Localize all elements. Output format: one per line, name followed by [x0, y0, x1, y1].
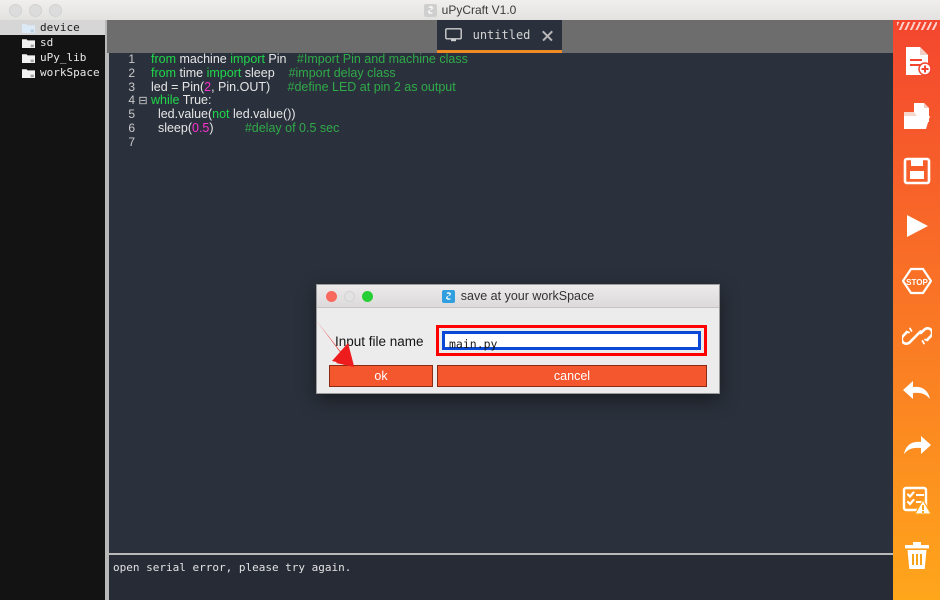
redo-icon[interactable]: [897, 423, 937, 469]
syntax-check-icon[interactable]: [897, 478, 937, 524]
sidebar-item-label: uPy_lib: [40, 51, 87, 64]
code-token: , Pin.OUT): [211, 79, 271, 94]
save-file-icon[interactable]: [897, 148, 937, 194]
code-token: led.value()): [233, 107, 296, 122]
code-token: not: [212, 107, 234, 122]
line-number: 3: [128, 79, 135, 94]
code-token: #delay of 0.5 sec: [244, 120, 340, 135]
run-icon[interactable]: [897, 203, 937, 249]
code-token: sleep: [244, 65, 275, 80]
code-token: 0.5: [192, 120, 210, 135]
window-titlebar: uPyCraft V1.0: [0, 0, 940, 21]
svg-text:STOP: STOP: [906, 278, 928, 287]
cancel-button[interactable]: cancel: [437, 365, 707, 387]
line-number: 2: [128, 65, 135, 80]
delete-icon[interactable]: [897, 533, 937, 579]
tab-label: untitled: [472, 28, 531, 42]
code-token: Pin: [268, 53, 287, 66]
code-line: 3 led = Pin(2, Pin.OUT) #define LED at pi…: [109, 79, 468, 95]
filename-input[interactable]: main.py: [442, 331, 701, 351]
code-line: 6 sleep(0.5) #delay of 0.5 sec: [109, 120, 468, 136]
folder-icon: [22, 38, 35, 48]
code-token: import: [206, 65, 245, 80]
code-token: led.value(: [151, 107, 213, 122]
window-title: uPyCraft V1.0: [441, 3, 517, 17]
code-line: 1 from machine import Pin #Import Pin and…: [109, 53, 468, 67]
upycraft-window: uPyCraft V1.0 device sd uPy_lib workSpac…: [0, 0, 940, 600]
new-file-icon[interactable]: [897, 38, 937, 84]
save-dialog: save at your workSpace Input file name m…: [316, 284, 720, 394]
code-token: #Import Pin and machine class: [296, 53, 468, 66]
code-content: 1 from machine import Pin #Import Pin and…: [109, 53, 468, 150]
code-line: 5 led.value(not led.value()): [109, 107, 468, 122]
code-token: True:: [182, 93, 212, 108]
filename-value: main.py: [449, 337, 498, 351]
code-token: from: [151, 53, 180, 66]
code-token: import: [230, 53, 269, 66]
fold-marker-icon[interactable]: ⊟: [135, 95, 151, 109]
tab-bar: untitled: [107, 20, 893, 53]
code-line: 4 ⊟ while True:: [109, 93, 468, 109]
code-line: 7: [109, 134, 468, 150]
code-token: sleep(: [151, 120, 192, 135]
stop-icon[interactable]: STOP: [897, 258, 937, 304]
line-number: 1: [128, 53, 135, 66]
line-number: 7: [128, 134, 135, 149]
disconnect-icon[interactable]: [897, 313, 937, 359]
code-token: from: [151, 65, 180, 80]
sidebar-item-label: sd: [40, 36, 54, 49]
filename-label: Input file name: [335, 334, 424, 349]
dialog-buttons: ok cancel: [329, 365, 707, 387]
line-number: 5: [128, 107, 135, 122]
upycraft-logo-icon: [423, 3, 437, 17]
code-token: led = Pin(: [151, 79, 205, 94]
file-tree-sidebar[interactable]: device sd uPy_lib workSpace: [0, 20, 107, 600]
folder-icon: [22, 23, 35, 33]
code-token: machine: [179, 53, 231, 66]
folder-icon: [22, 68, 35, 78]
right-toolbar: STOP: [893, 20, 940, 600]
window-title-area: uPyCraft V1.0: [0, 0, 940, 20]
terminal-message: open serial error, please try again.: [113, 561, 352, 574]
code-line: 2 from time import sleep #import delay cl…: [109, 65, 468, 81]
code-token: while: [151, 93, 183, 108]
monitor-icon: [445, 28, 462, 42]
code-token: #define LED at pin 2 as output: [287, 79, 456, 94]
tab-untitled[interactable]: untitled: [437, 20, 562, 53]
terminal-panel[interactable]: open serial error, please try again.: [107, 553, 893, 600]
undo-icon[interactable]: [897, 368, 937, 414]
sidebar-item-label: device: [40, 21, 80, 34]
dialog-title: save at your workSpace: [460, 289, 595, 303]
sidebar-item-upy-lib[interactable]: uPy_lib: [0, 50, 105, 65]
open-file-icon[interactable]: [897, 93, 937, 139]
folder-icon: [22, 53, 35, 63]
code-token: time: [179, 65, 207, 80]
close-icon[interactable]: [541, 29, 554, 42]
sidebar-item-label: workSpace: [40, 66, 100, 79]
ok-button[interactable]: ok: [329, 365, 433, 387]
sidebar-item-sd[interactable]: sd: [0, 35, 105, 50]
filename-highlight-annotation: main.py: [436, 325, 707, 356]
sidebar-item-device[interactable]: device: [0, 20, 105, 35]
line-number: 4: [128, 93, 135, 108]
code-token: #import delay class: [288, 65, 396, 80]
sidebar-item-workspace[interactable]: workSpace: [0, 65, 105, 80]
dialog-title-area: save at your workSpace: [317, 285, 719, 307]
dialog-titlebar: save at your workSpace: [317, 285, 719, 308]
line-number: 6: [128, 120, 135, 135]
upycraft-logo-icon: [441, 289, 455, 303]
dialog-body: Input file name main.py ok cancel: [317, 308, 719, 395]
